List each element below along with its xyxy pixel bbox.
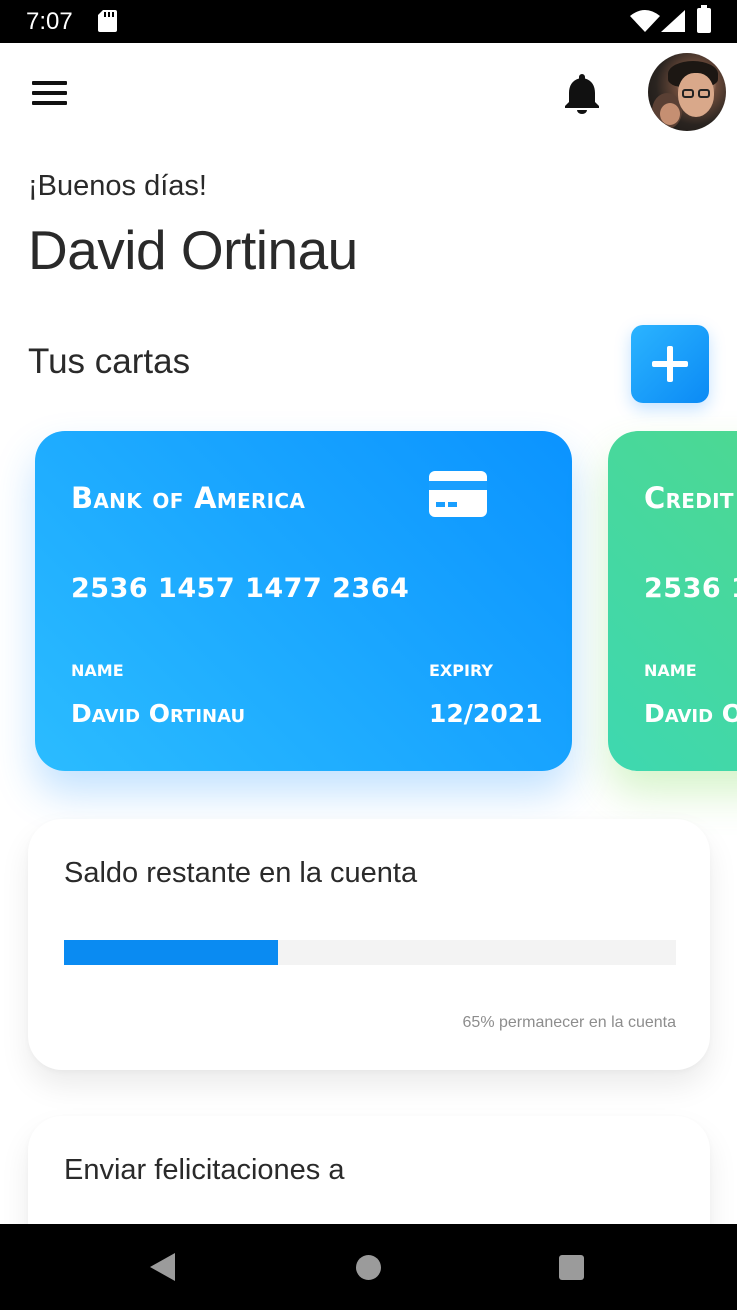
card-number: 2536 14 — [644, 573, 737, 604]
balance-panel: Saldo restante en la cuenta 65% permanec… — [28, 819, 710, 1070]
credit-card[interactable]: Bank of America 2536 1457 1477 2364 NAME… — [35, 431, 572, 771]
card-name-label: NAME — [71, 661, 124, 680]
bell-icon[interactable] — [562, 72, 602, 114]
congrats-title: Enviar felicitaciones a — [64, 1154, 345, 1186]
card-name-label: NAME — [644, 661, 697, 680]
battery-icon — [697, 5, 711, 33]
recents-icon[interactable] — [559, 1255, 584, 1280]
cell-signal-icon — [661, 10, 685, 32]
credit-card-icon — [429, 471, 487, 517]
card-expiry-value: 12/2021 — [429, 699, 543, 728]
cards-section-title: Tus cartas — [28, 342, 191, 381]
system-nav-bar — [0, 1224, 737, 1310]
card-holder-name: David Or — [644, 699, 737, 728]
wifi-icon — [630, 10, 660, 32]
credit-card[interactable]: Credit 2536 14 NAME David Or — [608, 431, 737, 771]
app-screen: 7:07 ¡Buenos días! David Ortinau Tus car… — [0, 0, 737, 1310]
balance-title: Saldo restante en la cuenta — [64, 857, 418, 889]
greeting-text: ¡Buenos días! — [28, 170, 207, 202]
user-name: David Ortinau — [28, 219, 358, 281]
hamburger-icon[interactable] — [32, 81, 67, 105]
home-icon[interactable] — [356, 1255, 381, 1280]
sd-card-icon — [98, 10, 117, 32]
card-expiry-label: EXPIRY — [429, 661, 493, 680]
card-bank-name: Credit — [644, 481, 734, 515]
balance-progress-fill — [64, 940, 279, 965]
add-card-button[interactable] — [631, 325, 709, 403]
avatar[interactable] — [648, 53, 726, 131]
card-holder-name: David Ortinau — [71, 699, 246, 728]
balance-caption: 65% permanecer en la cuenta — [462, 1014, 676, 1031]
balance-progress-bar — [64, 940, 676, 965]
back-icon[interactable] — [150, 1253, 175, 1281]
card-number: 2536 1457 1477 2364 — [71, 573, 410, 604]
card-bank-name: Bank of America — [71, 481, 306, 515]
status-bar: 7:07 — [0, 0, 737, 43]
status-time: 7:07 — [26, 8, 73, 35]
plus-icon — [652, 346, 688, 382]
